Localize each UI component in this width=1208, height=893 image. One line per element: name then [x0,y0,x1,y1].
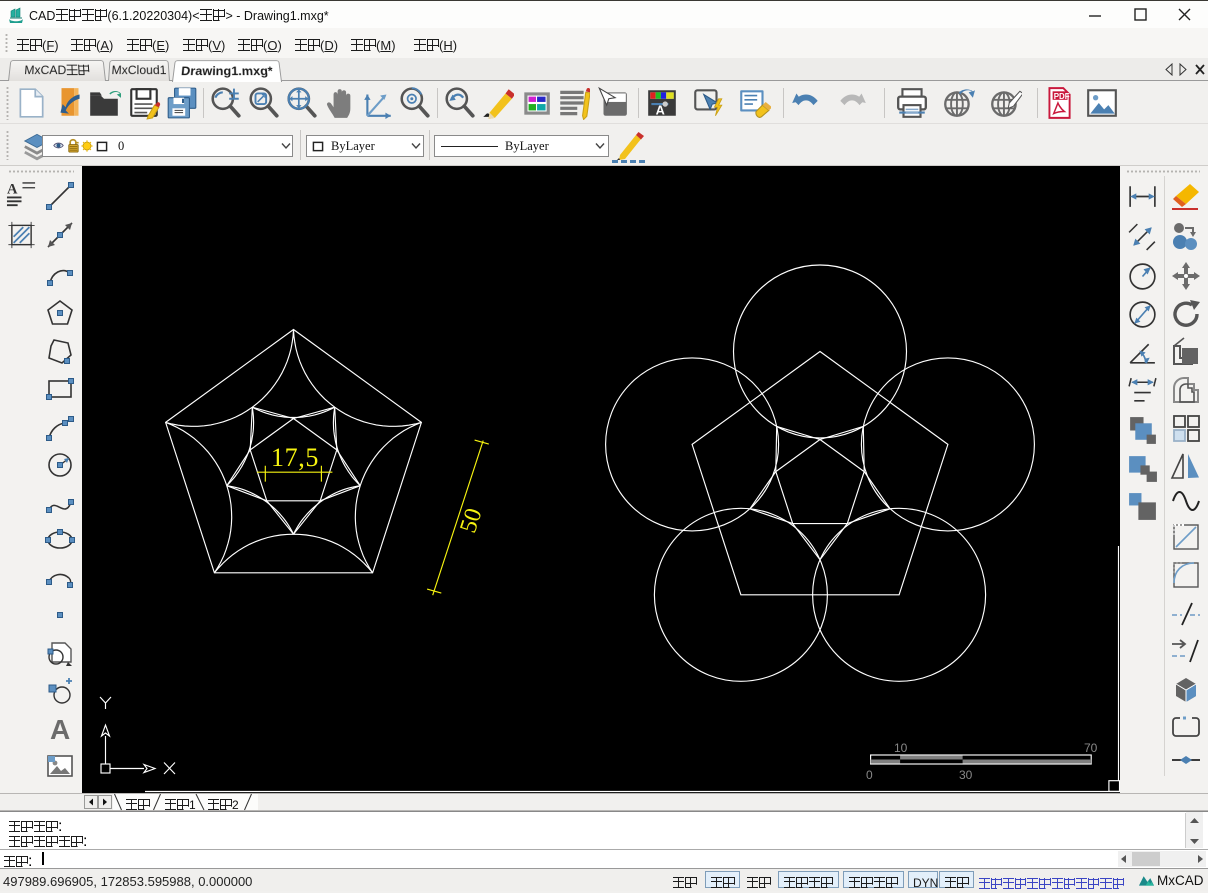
svg-text:17,5: 17,5 [271,443,319,472]
svg-text:0: 0 [866,768,873,782]
svg-text:A: A [656,103,665,118]
svg-text:70: 70 [1084,741,1098,755]
svg-text:30: 30 [959,768,973,782]
svg-text:10: 10 [894,741,908,755]
svg-text:A: A [7,182,18,198]
svg-text:A: A [50,714,70,744]
svg-text:PDF: PDF [1054,92,1070,101]
